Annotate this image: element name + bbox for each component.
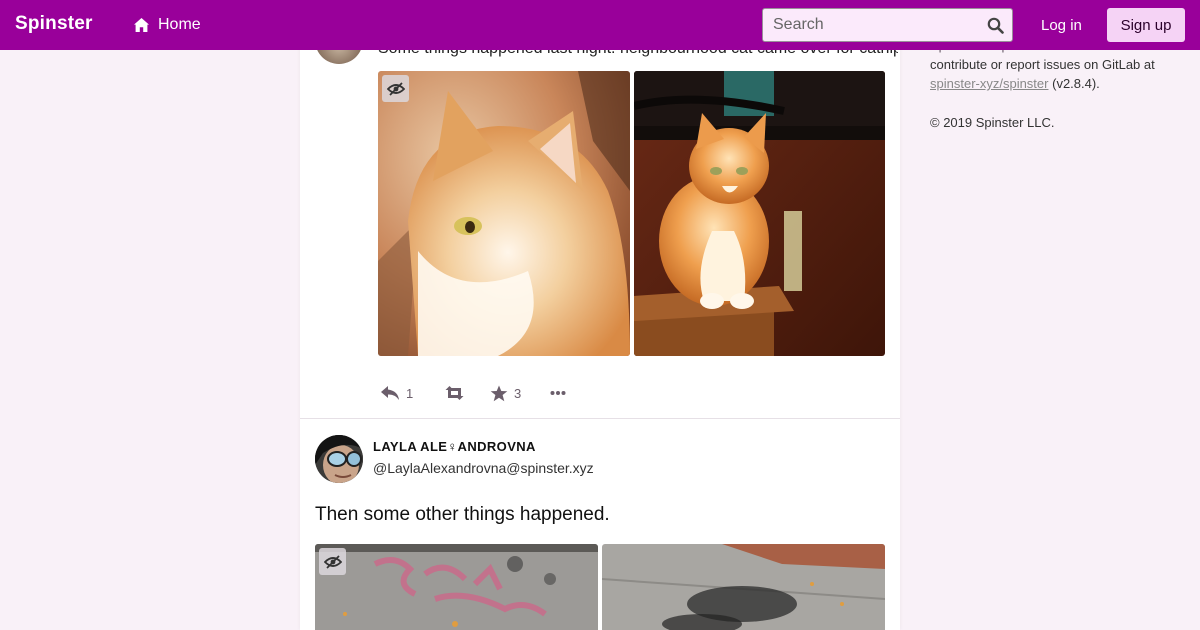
search-input[interactable] xyxy=(763,9,1012,41)
more-options-button[interactable] xyxy=(550,390,566,396)
hide-media-button[interactable] xyxy=(319,548,346,575)
reply-icon xyxy=(381,386,399,400)
cat-closeup-photo[interactable] xyxy=(378,71,630,356)
eye-slash-icon xyxy=(386,81,405,96)
display-name[interactable]: LAYLA ALE♀ANDROVNA xyxy=(373,439,536,454)
ellipsis-icon xyxy=(550,391,566,395)
media-gallery xyxy=(378,71,885,356)
status-action-bar: 1 3 xyxy=(380,383,566,403)
about-text-line-2: contribute or report issues on GitLab at xyxy=(930,57,1155,72)
home-icon xyxy=(134,18,149,32)
home-link-label: Home xyxy=(158,16,201,33)
media-gallery xyxy=(315,544,885,630)
hide-media-button[interactable] xyxy=(382,75,409,102)
account-handle[interactable]: @LaylaAlexandrovna@spinster.xyz xyxy=(373,460,594,476)
retweet-icon xyxy=(445,386,464,400)
copyright-text: © 2019 Spinster LLC. xyxy=(930,115,1055,130)
signup-button[interactable]: Sign up xyxy=(1107,8,1185,42)
reply-count: 1 xyxy=(406,385,414,401)
version-text: (v2.8.4). xyxy=(1052,76,1100,91)
timeline-column: Some things happened last night. neighbo… xyxy=(300,0,900,630)
cat-on-box-photo[interactable] xyxy=(634,71,885,356)
top-navbar: Spinster Home Log in Sign up xyxy=(0,0,1200,50)
star-icon xyxy=(490,385,508,401)
search-box xyxy=(762,8,1013,42)
sidewalk-graffiti-photo-2[interactable] xyxy=(602,544,885,630)
eye-slash-icon xyxy=(323,554,342,569)
about-text-line-3: spinster-xyz/spinster (v2.8.4). xyxy=(930,74,1180,93)
avatar[interactable] xyxy=(315,435,363,483)
about-sidebar: Spinster is open source software. You ca… xyxy=(930,36,1180,132)
login-link[interactable]: Log in xyxy=(1041,17,1082,34)
reply-button[interactable]: 1 xyxy=(380,385,444,401)
search-icon[interactable] xyxy=(987,17,1004,34)
favourite-button[interactable]: 3 xyxy=(490,385,550,402)
status-post: LAYLA ALE♀ANDROVNA @LaylaAlexandrovna@sp… xyxy=(300,420,900,630)
repo-link[interactable]: spinster-xyz/spinster xyxy=(930,76,1048,91)
status-text: Then some other things happened. xyxy=(315,504,610,525)
favourite-count: 3 xyxy=(514,385,522,401)
sidewalk-graffiti-photo-1[interactable] xyxy=(315,544,598,630)
brand-logo[interactable]: Spinster xyxy=(15,13,93,35)
status-post: Some things happened last night. neighbo… xyxy=(300,0,900,419)
home-link[interactable]: Home xyxy=(133,16,201,34)
boost-button[interactable] xyxy=(444,385,482,401)
